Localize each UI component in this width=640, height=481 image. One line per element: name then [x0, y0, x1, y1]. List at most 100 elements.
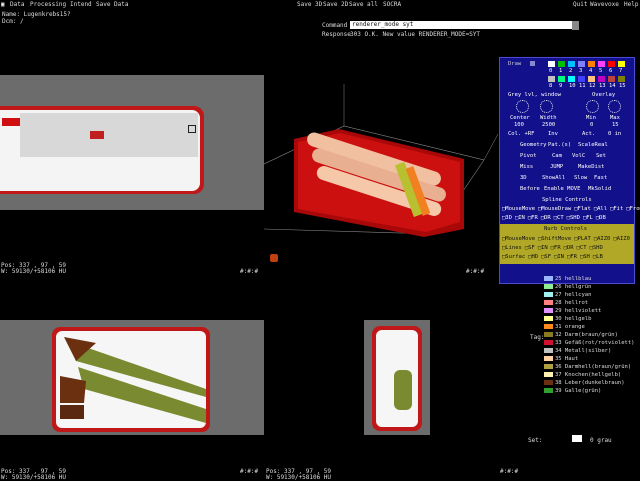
- panel-option[interactable]: □IN: [515, 215, 525, 221]
- palette-swatch[interactable]: [578, 76, 585, 82]
- cam-button[interactable]: Cam: [552, 153, 562, 159]
- menu-intend[interactable]: Intend: [70, 1, 92, 8]
- palette-swatch[interactable]: [588, 61, 595, 67]
- palette-swatch[interactable]: [568, 76, 575, 82]
- center-value[interactable]: 100: [514, 122, 524, 128]
- width-dial-icon[interactable]: [540, 100, 553, 113]
- panel-option[interactable]: □SH: [580, 254, 590, 260]
- palette-swatch[interactable]: [618, 76, 625, 82]
- set-value[interactable]: 0 grau: [590, 437, 612, 444]
- viewport-bottom-mid[interactable]: [364, 320, 430, 435]
- panel-option[interactable]: □IN: [538, 245, 548, 251]
- menu-socra[interactable]: SOCRA: [383, 1, 401, 8]
- viewport-bottom-left[interactable]: [0, 320, 264, 435]
- fast-button[interactable]: Fast: [594, 175, 607, 181]
- palette-swatch[interactable]: [588, 76, 595, 82]
- menu-wavevoxe[interactable]: Wavevoxe: [590, 1, 619, 8]
- palette-swatch[interactable]: [558, 61, 565, 67]
- palette-swatch[interactable]: [598, 76, 605, 82]
- panel-option[interactable]: □LB: [593, 254, 603, 260]
- panel-option[interactable]: □FromCut: [626, 206, 640, 212]
- max-value[interactable]: 15: [612, 122, 619, 128]
- panel-option[interactable]: □FL: [583, 215, 593, 221]
- slow-button[interactable]: Slow: [574, 175, 587, 181]
- panel-option[interactable]: □FR: [551, 245, 561, 251]
- min-value[interactable]: 0: [590, 122, 593, 128]
- 3d-button[interactable]: 3D: [520, 175, 527, 181]
- legend-item[interactable]: 32 Darm(braun/grün): [544, 332, 618, 338]
- panel-option[interactable]: □IN: [554, 254, 564, 260]
- menu-data[interactable]: Data: [10, 1, 24, 8]
- palette-swatch[interactable]: [578, 61, 585, 67]
- menu-processing[interactable]: Processing: [30, 1, 66, 8]
- panel-option[interactable]: □CT: [554, 215, 564, 221]
- palette-swatch[interactable]: [608, 76, 615, 82]
- panel-option[interactable]: □Flat: [574, 206, 591, 212]
- legend-item[interactable]: 39 Galle(grün): [544, 388, 601, 394]
- act-checkbox[interactable]: Act.: [582, 131, 595, 137]
- command-input[interactable]: renderer_mode syt: [350, 21, 572, 29]
- mksolid-button[interactable]: MkSolid: [588, 186, 611, 192]
- max-dial-icon[interactable]: [608, 100, 621, 113]
- draw-label[interactable]: Draw: [508, 61, 521, 67]
- legend-item[interactable]: 33 Gefäß(rot/rotviolett): [544, 340, 634, 346]
- command-scroll-icon[interactable]: [572, 21, 579, 30]
- center-dial-icon[interactable]: [516, 100, 529, 113]
- panel-option[interactable]: □Fit: [610, 206, 623, 212]
- legend-item[interactable]: 38 Leber(dunkelbraun): [544, 380, 625, 386]
- palette-swatch[interactable]: [548, 61, 555, 67]
- palette-swatch[interactable]: [548, 76, 555, 82]
- menu-help[interactable]: Help: [624, 1, 638, 8]
- panel-option[interactable]: □3D: [502, 215, 512, 221]
- legend-item[interactable]: 27 hellcyan: [544, 292, 591, 298]
- panel-option[interactable]: □ShiftMove: [538, 236, 571, 242]
- showall-button[interactable]: ShowAll: [542, 175, 565, 181]
- menu-save-data[interactable]: Save Data: [96, 1, 129, 8]
- panel-option[interactable]: □SF: [525, 245, 535, 251]
- menu-save-2d[interactable]: Save 2D: [323, 1, 348, 8]
- viewport-3d[interactable]: [264, 44, 498, 272]
- volc-button[interactable]: VolC: [572, 153, 585, 159]
- panel-option[interactable]: □FR: [528, 215, 538, 221]
- miss-button[interactable]: Miss: [520, 164, 533, 170]
- set-color-swatch[interactable]: [572, 435, 582, 442]
- palette-swatch[interactable]: [608, 61, 615, 67]
- panel-option[interactable]: □SHD: [590, 245, 603, 251]
- palette-swatch[interactable]: [618, 61, 625, 67]
- viewport-top-left[interactable]: [0, 75, 264, 210]
- panel-option[interactable]: □Lines: [502, 245, 522, 251]
- spline-row-2[interactable]: □3D □IN □FR □DR □CT □SHD □FL □DB: [502, 215, 609, 221]
- panel-option[interactable]: □DR: [541, 215, 551, 221]
- oin-checkbox[interactable]: 0 in: [608, 131, 621, 137]
- makedist-button[interactable]: MakeDist: [578, 164, 605, 170]
- legend-item[interactable]: 37 Knochen(hellgelb): [544, 372, 621, 378]
- set-button[interactable]: Set: [596, 153, 606, 159]
- panel-option[interactable]: □FR: [567, 254, 577, 260]
- panel-option[interactable]: □CT: [577, 245, 587, 251]
- legend-item[interactable]: 36 Darmhell(braun/grün): [544, 364, 631, 370]
- menu-save-all[interactable]: Save all: [349, 1, 378, 8]
- panel-option[interactable]: □All: [594, 206, 607, 212]
- panel-option[interactable]: □HD: [528, 254, 538, 260]
- legend-item[interactable]: 29 hellviolett: [544, 308, 601, 314]
- palette-swatch[interactable]: [568, 61, 575, 67]
- col-checkbox[interactable]: Col. +RF: [508, 131, 535, 137]
- legend-item[interactable]: 28 hellrot: [544, 300, 588, 306]
- legend-item[interactable]: 26 hellgrün: [544, 284, 591, 290]
- nurb-row-2[interactable]: □Lines □SF □IN □FR □DR □CT □SHD: [502, 245, 606, 251]
- legend-item[interactable]: 30 hellgelb: [544, 316, 591, 322]
- legend-item[interactable]: 34 Metall(silber): [544, 348, 611, 354]
- pat-label[interactable]: Pat.(s): [548, 142, 571, 148]
- nurb-row-1[interactable]: □MouseMove □ShiftMove □PLAT □AIZ0 □AIZ0: [502, 236, 633, 242]
- draw-dropdown-icon[interactable]: [530, 61, 535, 66]
- palette-swatch[interactable]: [598, 61, 605, 67]
- legend-item[interactable]: 31 orange: [544, 324, 585, 330]
- nurb-row-3[interactable]: □Surfac □HD □SF □IN □FR □SH □LB: [502, 254, 606, 260]
- before-button[interactable]: Before: [520, 186, 540, 192]
- spline-row-1[interactable]: □MouseMove□MouseDraw□Flat□All□Fit□FromCu…: [502, 206, 640, 212]
- panel-option[interactable]: □Surfac: [502, 254, 525, 260]
- panel-option[interactable]: □AIZ0: [594, 236, 611, 242]
- menu-quit[interactable]: Quit: [573, 1, 587, 8]
- width-value[interactable]: 2500: [542, 122, 555, 128]
- panel-option[interactable]: □PLAT: [574, 236, 591, 242]
